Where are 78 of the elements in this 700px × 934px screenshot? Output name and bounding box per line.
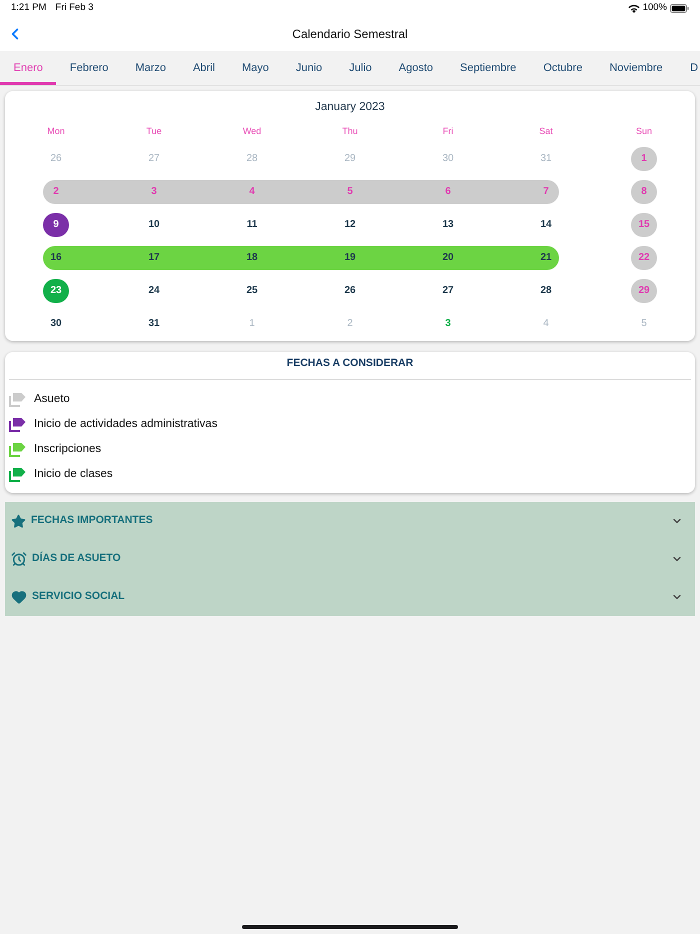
weekday-label: Wed [242,125,262,138]
month-tab[interactable]: Octubre [530,51,596,85]
wifi-icon [628,4,640,12]
day-number: 7 [543,186,549,198]
highlighted-day: 15 [631,212,657,236]
day-number: 20 [442,252,454,264]
weekday-label: Thu [342,125,358,138]
day-number: 27 [442,284,454,296]
day-number: 11 [246,218,258,230]
month-tab[interactable]: D [676,51,698,85]
day-number: 2 [347,318,353,330]
highlighted-day: 8 [631,180,657,204]
legend-label: Inicio de actividades administrativas [34,416,218,432]
day-number: 28 [540,284,552,296]
day-number: 27 [148,152,160,164]
day-number: 3 [445,318,451,330]
month-tab[interactable]: Febrero [56,51,122,85]
day-number: 13 [442,218,454,230]
day-number: 14 [540,218,552,230]
legend-label: Asueto [34,392,70,407]
day-number: 3 [151,186,157,198]
accordion-header[interactable]: DÍAS DE ASUETO [5,540,695,578]
month-tab[interactable]: Septiembre [446,51,530,85]
day-number: 26 [344,284,356,296]
month-tab[interactable]: Noviembre [596,51,676,85]
day-number: 30 [442,152,454,164]
accordion-header[interactable]: FECHAS IMPORTANTES [5,502,695,540]
highlighted-day: 1 [631,146,657,170]
day-number: 5 [641,318,647,330]
battery-icon [670,4,689,12]
day-number: 17 [148,252,160,264]
weekday-label: Sun [636,125,652,138]
day-number: 31 [148,318,160,330]
highlighted-day: 23 [43,278,69,302]
highlighted-day: 22 [631,246,657,270]
day-number: 24 [148,284,160,296]
weekday-label: Mon [47,125,65,138]
day-number: 2 [53,186,59,198]
legend-label: Inicio de clases [34,466,113,482]
heart-icon [11,589,27,605]
accordion-header[interactable]: SERVICIO SOCIAL [5,578,695,616]
battery-percentage: 100% [642,0,667,15]
day-number: 4 [249,186,255,198]
day-number: 5 [347,186,353,198]
page-title: Calendario Semestral [292,26,408,42]
day-number: 28 [246,152,258,164]
day-number: 10 [148,218,160,230]
day-number: 31 [540,152,552,164]
weekday-label: Tue [146,125,162,138]
legend-label: Inscripciones [34,442,102,457]
month-tab[interactable]: Abril [179,51,228,85]
highlighted-day: 9 [43,212,69,236]
calendar-month-title: January 2023 [315,100,385,116]
day-number: 29 [344,152,356,164]
month-tab[interactable]: Marzo [122,51,180,85]
legend-title: FECHAS A CONSIDERAR [286,356,414,372]
day-number: 16 [50,252,62,264]
star-icon [11,514,26,528]
month-tab[interactable]: Julio [336,51,386,85]
day-number: 21 [540,252,552,264]
alarm-clock-icon [11,551,27,567]
day-number: 1 [249,318,255,330]
month-tab[interactable]: Agosto [385,51,447,85]
day-number: 30 [50,318,62,330]
day-number: 4 [543,318,549,330]
day-number: 26 [50,152,62,164]
status-date: Fri Feb 3 [55,0,94,15]
month-tab[interactable]: Junio [282,51,336,85]
weekday-label: Sat [539,125,553,138]
highlighted-day: 29 [631,278,657,302]
day-number: 19 [344,252,356,264]
day-number: 12 [344,218,356,230]
month-tab[interactable]: Mayo [228,51,282,85]
status-time: 1:21 PM [11,0,46,15]
weekday-label: Fri [442,125,454,138]
day-number: 6 [445,186,451,198]
day-number: 18 [246,252,258,264]
day-number: 25 [246,284,258,296]
